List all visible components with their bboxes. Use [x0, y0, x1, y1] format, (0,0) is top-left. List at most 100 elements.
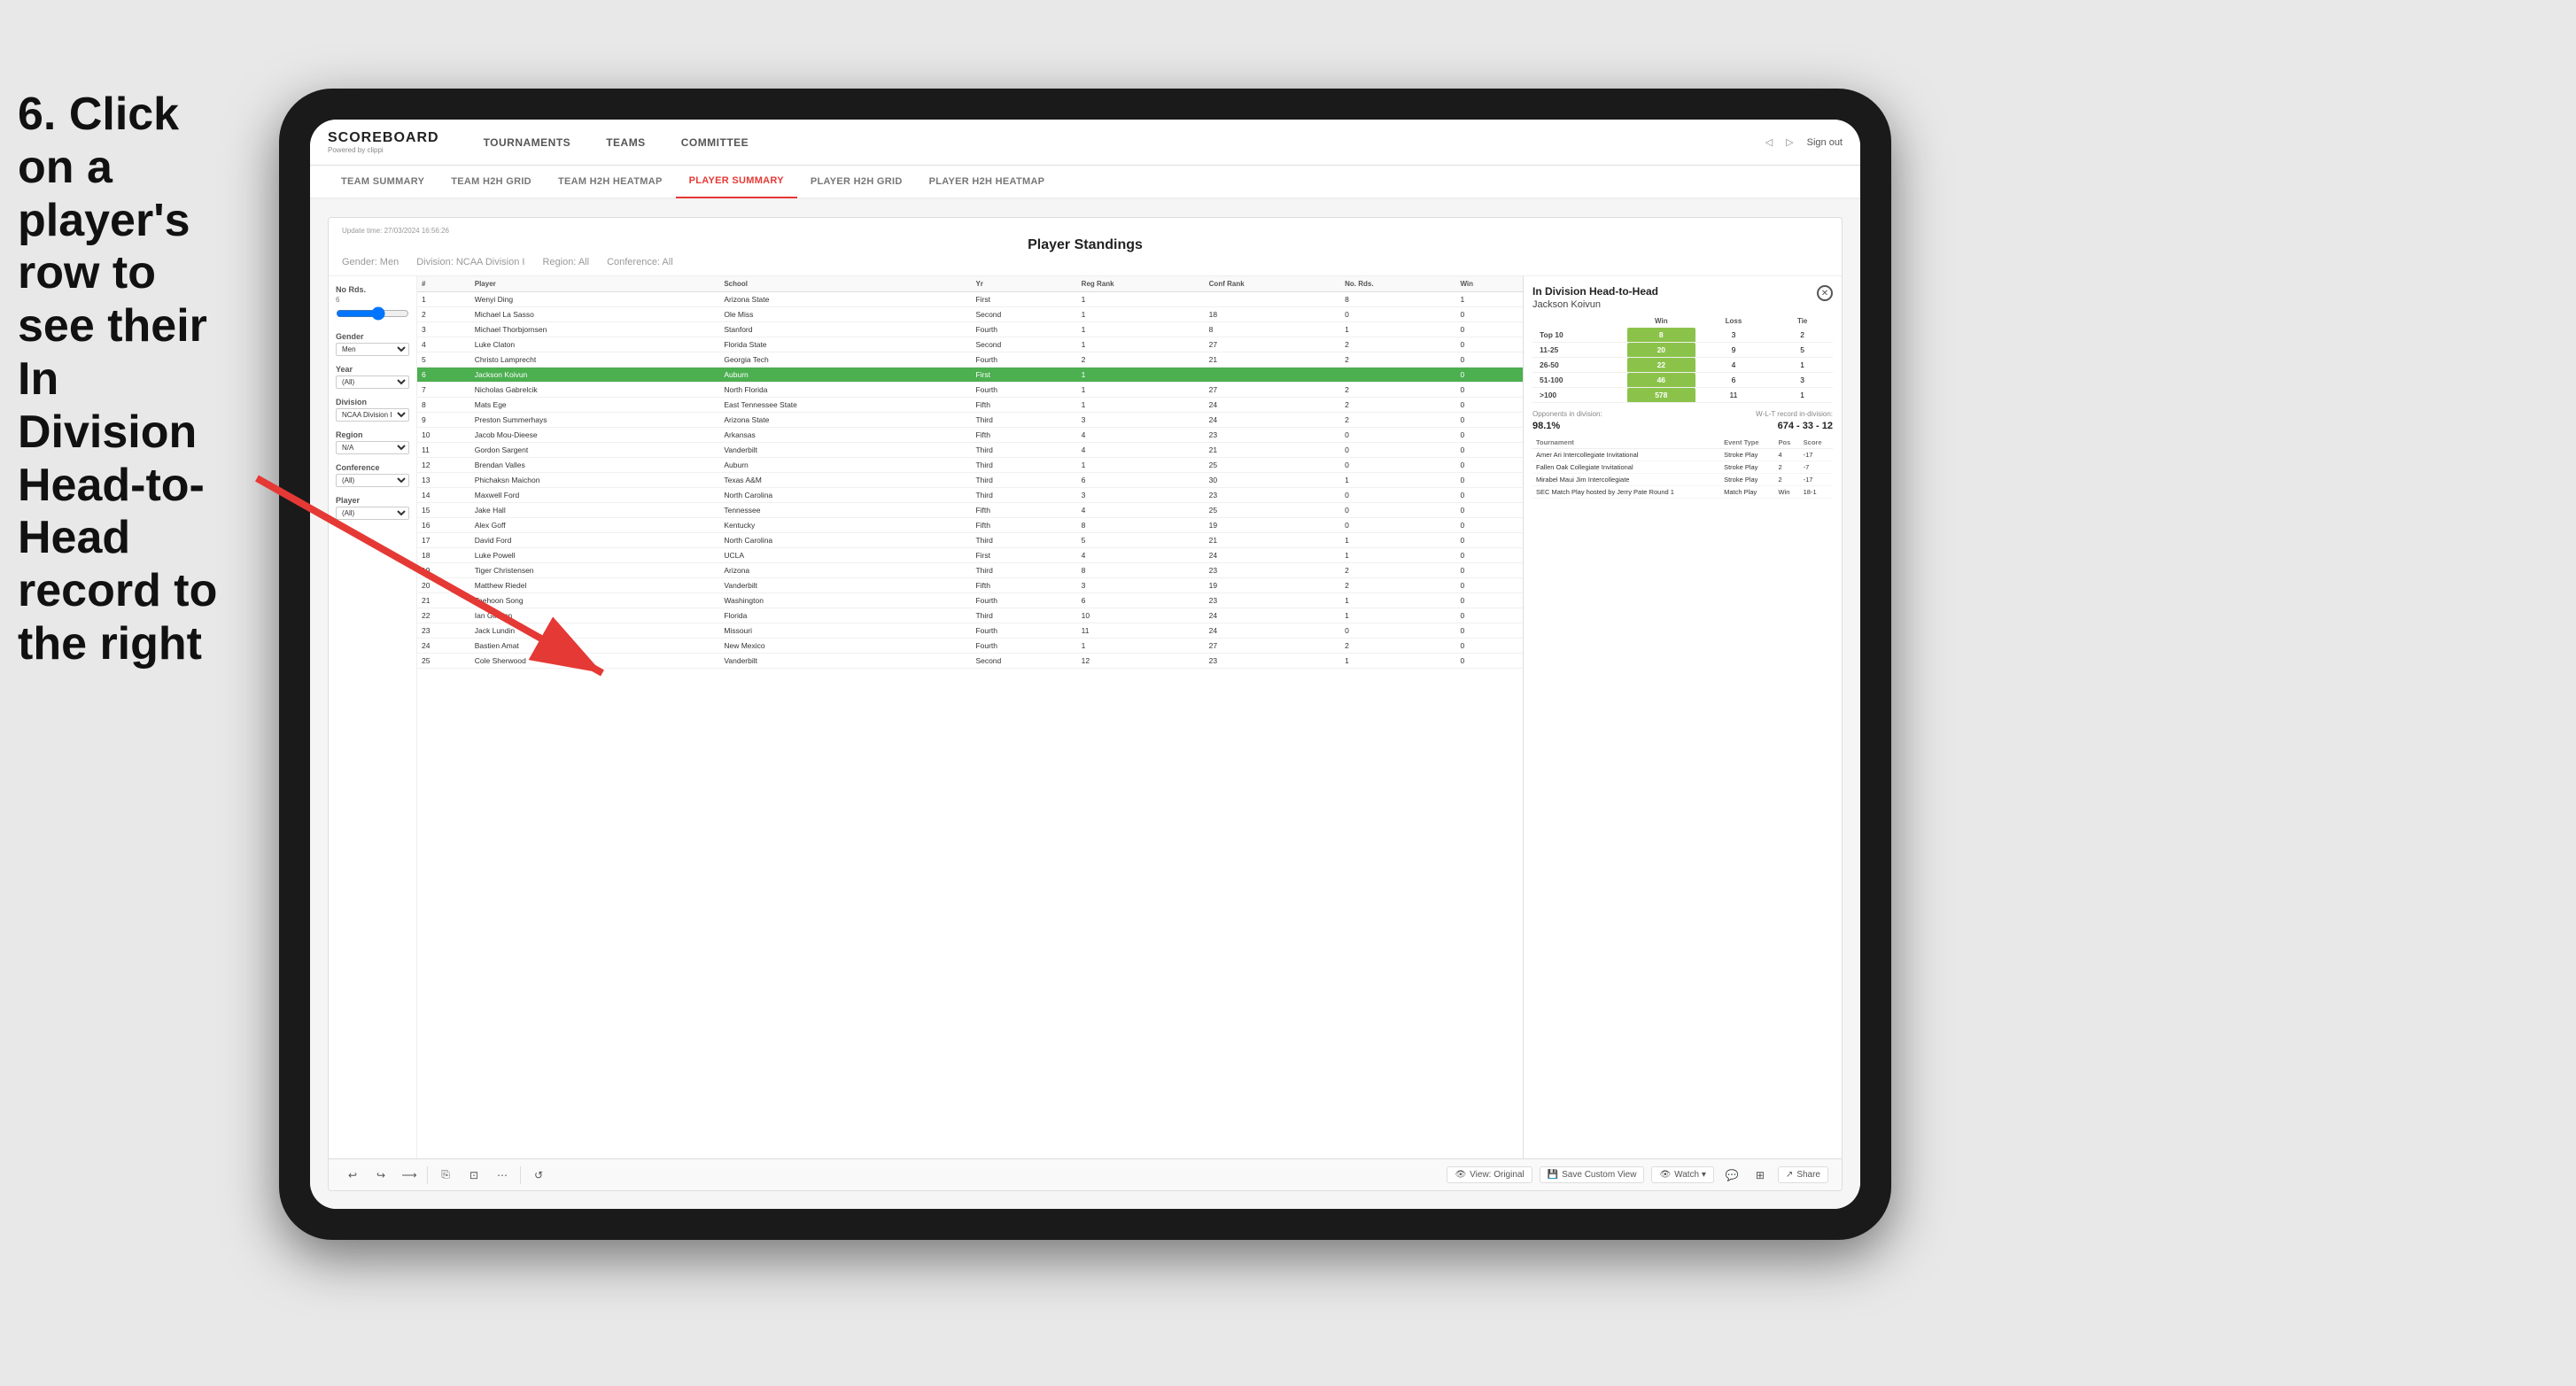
grid-button[interactable]: ⊞ [1750, 1165, 1771, 1186]
col-yr: Yr [971, 276, 1076, 292]
table-row[interactable]: 12 Brendan Valles Auburn Third 1 25 0 0 [417, 458, 1523, 473]
cell-reg: 1 [1077, 322, 1205, 337]
h2h-tie: 2 [1772, 328, 1833, 343]
table-row[interactable]: 9 Preston Summerhays Arizona State Third… [417, 413, 1523, 428]
cell-rank: 4 [417, 337, 470, 352]
cell-player: Bastien Amat [470, 639, 720, 654]
right-panel-header: In Division Head-to-Head Jackson Koivun … [1532, 285, 1833, 310]
table-row[interactable]: 19 Tiger Christensen Arizona Third 8 23 … [417, 563, 1523, 578]
close-button[interactable]: ✕ [1817, 285, 1833, 301]
cell-player: Ian Gilligan [470, 608, 720, 623]
subnav-team-h2h-heatmap[interactable]: TEAM H2H HEATMAP [545, 165, 676, 198]
cell-reg: 4 [1077, 428, 1205, 443]
table-row[interactable]: 5 Christo Lamprecht Georgia Tech Fourth … [417, 352, 1523, 368]
h2h-row: 26-50 22 4 1 [1532, 358, 1833, 373]
main-content: Update time: 27/03/2024 16:56:26 Player … [310, 199, 1860, 1209]
cell-rds: 2 [1340, 413, 1455, 428]
table-row[interactable]: 2 Michael La Sasso Ole Miss Second 1 18 … [417, 307, 1523, 322]
cell-school: Auburn [719, 368, 971, 383]
view-original-button[interactable]: 👁 View: Original [1447, 1166, 1532, 1183]
table-row[interactable]: 6 Jackson Koivun Auburn First 1 0 [417, 368, 1523, 383]
cell-player: Cole Sherwood [470, 654, 720, 669]
filter-player-select[interactable]: (All) [336, 507, 409, 520]
tourn-type: Match Play [1720, 486, 1774, 499]
table-row[interactable]: 7 Nicholas Gabrelcik North Florida Fourt… [417, 383, 1523, 398]
filter-division-select[interactable]: NCAA Division I [336, 408, 409, 422]
cell-rds: 1 [1340, 593, 1455, 608]
tablet-frame: SCOREBOARD Powered by clippi TOURNAMENTS… [279, 89, 1891, 1240]
subnav-team-summary[interactable]: TEAM SUMMARY [328, 165, 438, 198]
cell-school: Florida [719, 608, 971, 623]
cell-rank: 14 [417, 488, 470, 503]
nav-item-teams[interactable]: TEAMS [588, 120, 663, 166]
share-button[interactable]: ↗ Share [1778, 1166, 1828, 1183]
table-row[interactable]: 22 Ian Gilligan Florida Third 10 24 1 0 [417, 608, 1523, 623]
cell-win: 0 [1455, 458, 1523, 473]
table-row[interactable]: 25 Cole Sherwood Vanderbilt Second 12 23… [417, 654, 1523, 669]
sign-out-button[interactable]: Sign out [1807, 137, 1843, 148]
filter-group-region: Region N/A [336, 430, 409, 454]
table-row[interactable]: 1 Wenyi Ding Arizona State First 1 8 1 [417, 292, 1523, 307]
tourn-score: -17 [1800, 474, 1833, 486]
cell-reg: 1 [1077, 307, 1205, 322]
cell-win: 0 [1455, 413, 1523, 428]
redo-button[interactable]: ↪ [370, 1165, 392, 1186]
cell-school: Florida State [719, 337, 971, 352]
table-row[interactable]: 3 Michael Thorbjornsen Stanford Fourth 1… [417, 322, 1523, 337]
subnav-player-h2h-grid[interactable]: PLAYER H2H GRID [797, 165, 916, 198]
undo-button[interactable]: ↩ [342, 1165, 363, 1186]
refresh-button[interactable]: ↺ [528, 1165, 549, 1186]
h2h-row: 51-100 46 6 3 [1532, 373, 1833, 388]
table-row[interactable]: 11 Gordon Sargent Vanderbilt Third 4 21 … [417, 443, 1523, 458]
cell-yr: First [971, 292, 1076, 307]
cell-win: 0 [1455, 488, 1523, 503]
more-button[interactable]: ⋯ [492, 1165, 513, 1186]
table-row[interactable]: 24 Bastien Amat New Mexico Fourth 1 27 2… [417, 639, 1523, 654]
table-row[interactable]: 10 Jacob Mou-Dieese Arkansas Fifth 4 23 … [417, 428, 1523, 443]
table-row[interactable]: 20 Matthew Riedel Vanderbilt Fifth 3 19 … [417, 578, 1523, 593]
cell-reg: 11 [1077, 623, 1205, 639]
nav-item-committee[interactable]: COMMITTEE [663, 120, 767, 166]
filter-gender-select[interactable]: Men [336, 343, 409, 356]
cell-conf: 8 [1205, 322, 1340, 337]
table-row[interactable]: 21 Taehoon Song Washington Fourth 6 23 1… [417, 593, 1523, 608]
cell-reg: 1 [1077, 368, 1205, 383]
table-row[interactable]: 8 Mats Ege East Tennessee State Fifth 1 … [417, 398, 1523, 413]
nav-item-tournaments[interactable]: TOURNAMENTS [466, 120, 589, 166]
table-row[interactable]: 17 David Ford North Carolina Third 5 21 … [417, 533, 1523, 548]
table-row[interactable]: 15 Jake Hall Tennessee Fifth 4 25 0 0 [417, 503, 1523, 518]
cell-player: Nicholas Gabrelcik [470, 383, 720, 398]
right-panel-title: In Division Head-to-Head [1532, 285, 1658, 298]
cell-rds: 1 [1340, 473, 1455, 488]
filter-norounds-slider[interactable] [336, 306, 409, 321]
cell-reg: 1 [1077, 398, 1205, 413]
table-row[interactable]: 13 Phichaksn Maichon Texas A&M Third 6 3… [417, 473, 1523, 488]
h2h-row: 11-25 20 9 5 [1532, 343, 1833, 358]
subnav-player-h2h-heatmap[interactable]: PLAYER H2H HEATMAP [916, 165, 1059, 198]
filter-conference-select[interactable]: (All) [336, 474, 409, 487]
cell-school: Arizona State [719, 413, 971, 428]
save-custom-button[interactable]: 💾 Save Custom View [1540, 1166, 1645, 1183]
h2h-col-tie: Tie [1772, 314, 1833, 328]
cell-rds: 2 [1340, 563, 1455, 578]
filter-year-select[interactable]: (All) [336, 376, 409, 389]
table-row[interactable]: 18 Luke Powell UCLA First 4 24 1 0 [417, 548, 1523, 563]
table-row[interactable]: 16 Alex Goff Kentucky Fifth 8 19 0 0 [417, 518, 1523, 533]
table-row[interactable]: 23 Jack Lundin Missouri Fourth 11 24 0 0 [417, 623, 1523, 639]
cell-reg: 3 [1077, 413, 1205, 428]
cell-yr: Fifth [971, 398, 1076, 413]
filter-norounds-value: 6 [336, 296, 409, 304]
forward-button[interactable]: ⟶ [399, 1165, 420, 1186]
h2h-table: Win Loss Tie Top 10 8 3 2 11-25 20 9 5 [1532, 314, 1833, 403]
table-row[interactable]: 4 Luke Claton Florida State Second 1 27 … [417, 337, 1523, 352]
copy-button[interactable]: ⎘ [435, 1165, 456, 1186]
paste-button[interactable]: ⊡ [463, 1165, 485, 1186]
table-row[interactable]: 14 Maxwell Ford North Carolina Third 3 2… [417, 488, 1523, 503]
subnav-player-summary[interactable]: PLAYER SUMMARY [676, 165, 797, 198]
comment-button[interactable]: 💬 [1721, 1165, 1742, 1186]
h2h-loss: 6 [1695, 373, 1773, 388]
cell-player: Preston Summerhays [470, 413, 720, 428]
watch-button[interactable]: 👁 Watch ▾ [1651, 1166, 1713, 1183]
subnav-team-h2h-grid[interactable]: TEAM H2H GRID [438, 165, 545, 198]
filter-region-select[interactable]: N/A [336, 441, 409, 454]
